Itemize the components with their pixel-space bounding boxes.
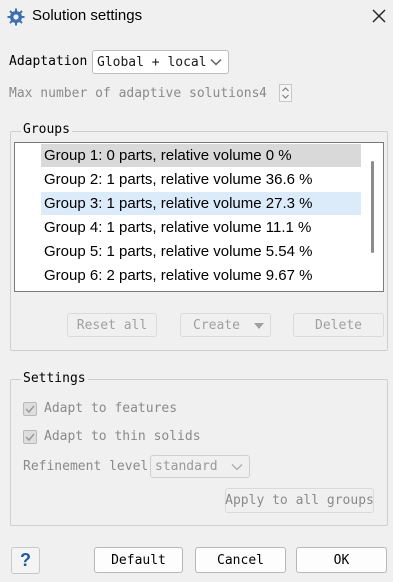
ok-button[interactable]: OK: [296, 547, 387, 573]
adaptation-value: Global + local: [97, 54, 207, 70]
checkmark-icon: [25, 405, 35, 414]
list-scrollbar[interactable]: [371, 161, 374, 253]
refinement-label: Refinement level: [23, 459, 149, 474]
list-item[interactable]: Group 2: 1 parts, relative volume 36.6 %: [41, 168, 361, 191]
close-icon[interactable]: [368, 5, 390, 27]
chevron-down-icon: [210, 59, 222, 66]
title-bar: Solution settings: [0, 0, 393, 34]
adapt-features-checkbox[interactable]: [23, 402, 37, 416]
dropdown-arrow-icon: [254, 323, 264, 329]
adapt-features-label: Adapt to features: [44, 401, 178, 416]
cancel-button[interactable]: Cancel: [195, 547, 286, 573]
list-item[interactable]: Group 5: 1 parts, relative volume 5.54 %: [41, 240, 361, 263]
gear-icon: [7, 8, 25, 26]
refinement-dropdown[interactable]: standard: [150, 455, 250, 478]
chevron-down-icon: [231, 463, 243, 470]
create-button-label: Create: [193, 317, 240, 333]
groups-title: Groups: [21, 122, 72, 137]
adapt-thin-label: Adapt to thin solids: [44, 429, 201, 444]
list-item[interactable]: Group 6: 2 parts, relative volume 9.67 %: [41, 264, 361, 287]
max-solutions-label: Max number of adaptive solutions: [9, 86, 260, 101]
help-button[interactable]: ?: [11, 547, 40, 574]
groups-list[interactable]: Group 1: 0 parts, relative volume 0 % Gr…: [14, 142, 384, 292]
create-button[interactable]: Create: [180, 313, 271, 337]
list-item[interactable]: Group 4: 1 parts, relative volume 11.1 %: [41, 216, 361, 239]
spinner-arrows-icon: [282, 87, 289, 99]
reset-all-button[interactable]: Reset all: [67, 313, 157, 337]
apply-all-groups-button[interactable]: Apply to all groups: [225, 488, 374, 513]
refinement-value: standard: [155, 459, 218, 474]
list-item[interactable]: Group 1: 0 parts, relative volume 0 %: [41, 144, 361, 167]
delete-button[interactable]: Delete: [293, 313, 384, 337]
adapt-thin-checkbox[interactable]: [23, 430, 37, 444]
adaptation-dropdown[interactable]: Global + local: [92, 50, 229, 74]
settings-title: Settings: [21, 371, 88, 386]
help-icon: ?: [20, 550, 31, 570]
max-solutions-spinner[interactable]: [279, 84, 292, 102]
max-solutions-value[interactable]: 4: [259, 86, 267, 101]
window-title: Solution settings: [32, 7, 143, 24]
list-item[interactable]: Group 3: 1 parts, relative volume 27.3 %: [41, 192, 361, 215]
adaptation-label: Adaptation: [9, 54, 88, 69]
checkmark-icon: [25, 433, 35, 442]
default-button[interactable]: Default: [94, 547, 183, 573]
